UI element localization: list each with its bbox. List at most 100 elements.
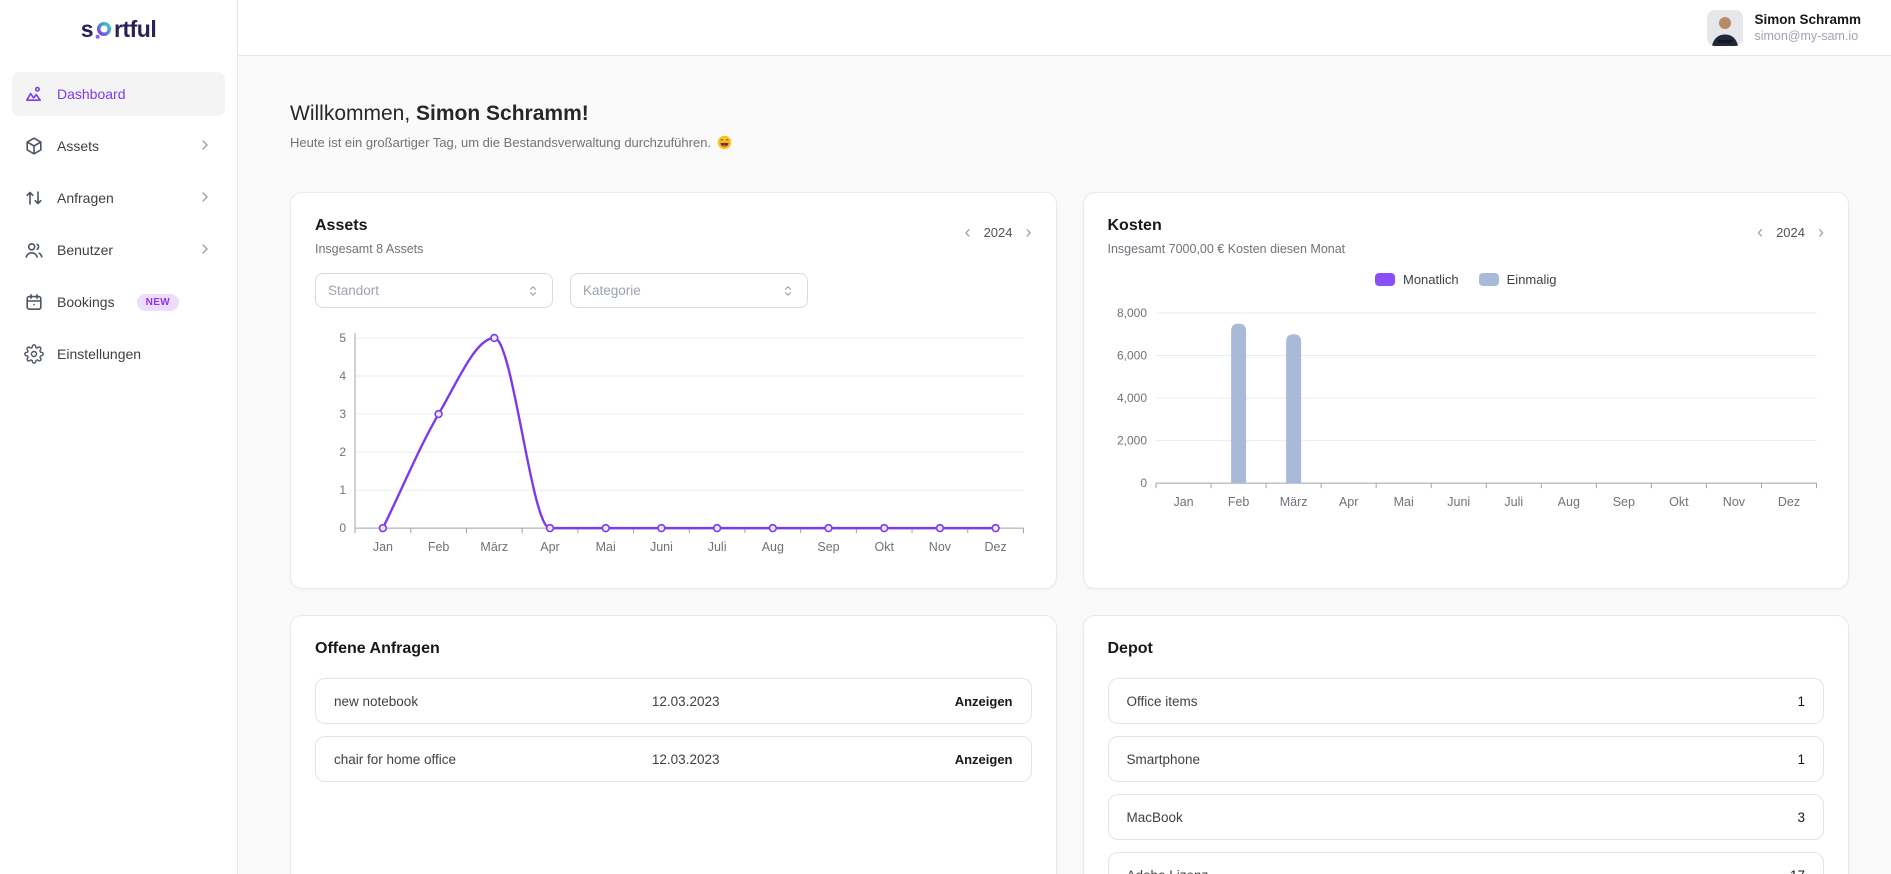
svg-text:Juli: Juli: [708, 540, 727, 554]
svg-text:Apr: Apr: [540, 540, 559, 554]
depot-list: Office items 1 Smartphone 1 MacBook 3 Ad…: [1108, 678, 1825, 874]
assets-card-title: Assets: [315, 217, 423, 235]
request-date: 12.03.2023: [652, 694, 955, 709]
request-date: 12.03.2023: [652, 752, 955, 767]
content: Willkommen, Simon Schramm! Heute ist ein…: [238, 56, 1891, 874]
svg-text:Apr: Apr: [1338, 495, 1357, 509]
assets-year-nav: ‹ 2024 ›: [965, 223, 1032, 241]
assets-card: Assets Insgesamt 8 Assets ‹ 2024 › Stand…: [290, 192, 1057, 589]
svg-text:Mai: Mai: [1393, 495, 1413, 509]
svg-text:Juli: Juli: [1504, 495, 1523, 509]
request-row: new notebook 12.03.2023 Anzeigen: [315, 678, 1032, 724]
svg-text:1: 1: [339, 483, 346, 497]
sidebar: s rtful Dashboard Assets: [0, 0, 238, 874]
sidebar-item-label: Benutzer: [57, 242, 113, 258]
kosten-card: Kosten Insgesamt 7000,00 € Kosten diesen…: [1083, 192, 1850, 589]
svg-text:Nov: Nov: [929, 540, 952, 554]
svg-text:Dez: Dez: [985, 540, 1007, 554]
sidebar-item-einstellungen[interactable]: Einstellungen: [12, 332, 225, 376]
legend-item-monatlich: Monatlich: [1375, 272, 1459, 287]
depot-row[interactable]: MacBook 3: [1108, 794, 1825, 840]
brand-o-mark: [95, 21, 112, 40]
svg-text:Okt: Okt: [1669, 495, 1689, 509]
new-badge: NEW: [137, 294, 180, 311]
legend-item-einmalig: Einmalig: [1479, 272, 1557, 287]
depot-count: 1: [1797, 752, 1805, 767]
svg-text:Feb: Feb: [428, 540, 450, 554]
depot-count: 17: [1790, 868, 1805, 874]
welcome-prefix: Willkommen,: [290, 102, 410, 125]
svg-text:Sep: Sep: [1612, 495, 1634, 509]
chevron-right-icon: [197, 137, 213, 156]
depot-label: Adobe Lizenz: [1127, 868, 1209, 874]
svg-text:4: 4: [339, 369, 346, 383]
next-year-button[interactable]: ›: [1026, 223, 1032, 241]
depot-label: Smartphone: [1127, 752, 1201, 767]
svg-text:Sep: Sep: [817, 540, 839, 554]
depot-row[interactable]: Office items 1: [1108, 678, 1825, 724]
sidebar-item-anfragen[interactable]: Anfragen: [12, 176, 225, 220]
kosten-card-title: Kosten: [1108, 217, 1346, 235]
svg-text:Jan: Jan: [373, 540, 393, 554]
year-label: 2024: [1776, 225, 1805, 240]
depot-count: 1: [1797, 694, 1805, 709]
gear-icon: [24, 344, 44, 364]
kategorie-select[interactable]: Kategorie: [570, 273, 808, 308]
svg-text:Nov: Nov: [1722, 495, 1745, 509]
depot-card-title: Depot: [1108, 640, 1825, 658]
sidebar-item-label: Anfragen: [57, 190, 114, 206]
calendar-icon: [24, 292, 44, 312]
prev-year-button[interactable]: ‹: [1757, 223, 1763, 241]
anzeigen-button[interactable]: Anzeigen: [955, 752, 1013, 767]
grinning-emoji-icon: [717, 135, 732, 150]
next-year-button[interactable]: ›: [1818, 223, 1824, 241]
select-chevrons-icon: [526, 284, 540, 298]
sidebar-item-label: Einstellungen: [57, 346, 141, 362]
chevron-right-icon: [197, 241, 213, 260]
standort-select[interactable]: Standort: [315, 273, 553, 308]
svg-text:Mai: Mai: [596, 540, 616, 554]
select-chevrons-icon: [781, 284, 795, 298]
svg-text:0: 0: [339, 521, 346, 535]
depot-row[interactable]: Adobe Lizenz 17: [1108, 852, 1825, 874]
user-email: simon@my-sam.io: [1754, 29, 1861, 43]
svg-text:0: 0: [1140, 476, 1147, 490]
request-name: chair for home office: [334, 752, 652, 767]
svg-text:Juni: Juni: [1447, 495, 1470, 509]
sidebar-item-benutzer[interactable]: Benutzer: [12, 228, 225, 272]
sidebar-item-bookings[interactable]: Bookings NEW: [12, 280, 225, 324]
sidebar-item-label: Bookings: [57, 294, 115, 310]
svg-text:3: 3: [339, 407, 346, 421]
sidebar-item-assets[interactable]: Assets: [12, 124, 225, 168]
kosten-bar-chart: 02,0004,0006,0008,000JanFebMärzAprMaiJun…: [1108, 303, 1825, 515]
brand-logo[interactable]: s rtful: [81, 16, 157, 43]
user-meta: Simon Schramm simon@my-sam.io: [1754, 12, 1861, 43]
request-name: new notebook: [334, 694, 652, 709]
anfragen-card-title: Offene Anfragen: [315, 640, 1032, 658]
prev-year-button[interactable]: ‹: [965, 223, 971, 241]
logo-row: s rtful: [0, 0, 237, 58]
svg-text:4,000: 4,000: [1117, 391, 1147, 405]
depot-row[interactable]: Smartphone 1: [1108, 736, 1825, 782]
kosten-card-subtitle: Insgesamt 7000,00 € Kosten diesen Monat: [1108, 242, 1346, 256]
main-area: Simon Schramm simon@my-sam.io Willkommen…: [238, 0, 1891, 874]
users-icon: [24, 240, 44, 260]
svg-text:Feb: Feb: [1227, 495, 1249, 509]
depot-label: Office items: [1127, 694, 1198, 709]
package-icon: [24, 136, 44, 156]
svg-text:Aug: Aug: [762, 540, 784, 554]
brand-text-left: s: [81, 16, 93, 43]
avatar: [1707, 10, 1743, 46]
brand-text-right: rtful: [114, 16, 156, 43]
svg-text:6,000: 6,000: [1117, 349, 1147, 363]
anzeigen-button[interactable]: Anzeigen: [955, 694, 1013, 709]
anfragen-list: new notebook 12.03.2023 Anzeigen chair f…: [315, 678, 1032, 782]
sidebar-item-dashboard[interactable]: Dashboard: [12, 72, 225, 116]
depot-card: Depot Office items 1 Smartphone 1 MacBoo…: [1083, 615, 1850, 874]
svg-text:Okt: Okt: [874, 540, 894, 554]
user-menu[interactable]: Simon Schramm simon@my-sam.io: [1707, 10, 1861, 46]
kosten-legend: Monatlich Einmalig: [1108, 272, 1825, 287]
year-label: 2024: [984, 225, 1013, 240]
svg-text:Dez: Dez: [1777, 495, 1799, 509]
svg-text:Aug: Aug: [1557, 495, 1579, 509]
